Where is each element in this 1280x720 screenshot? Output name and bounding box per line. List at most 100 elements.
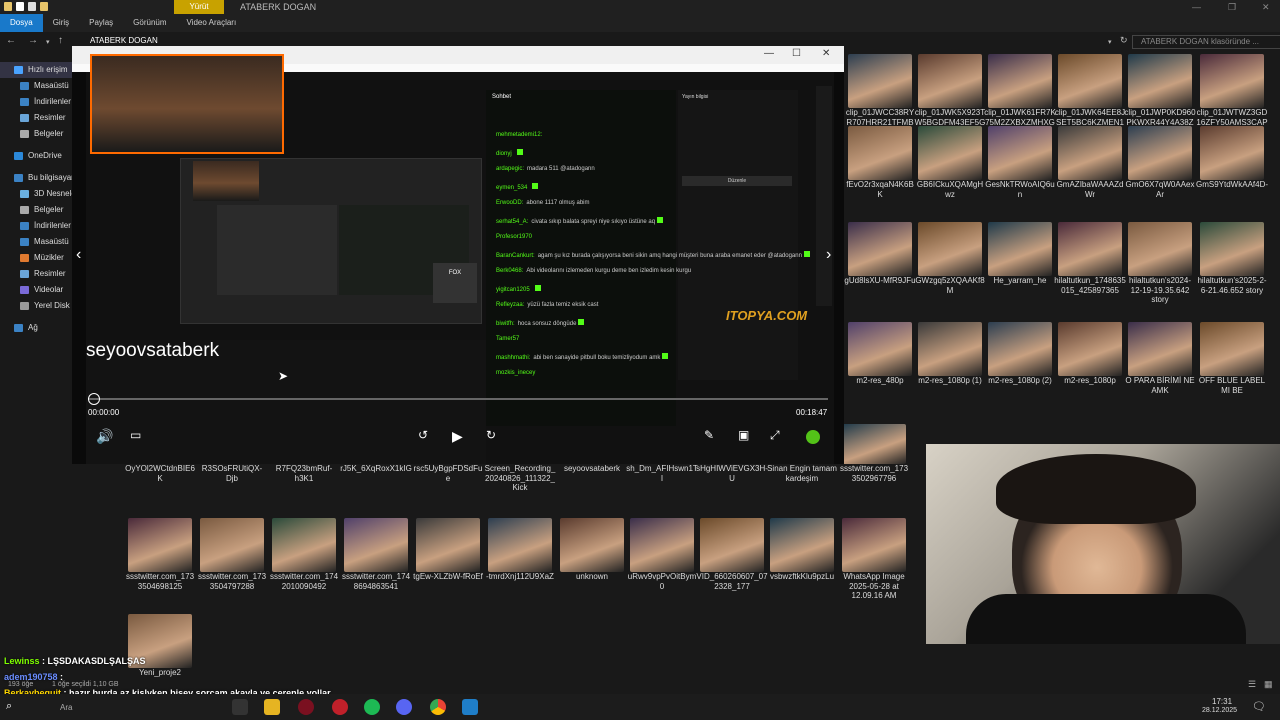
file-item[interactable]: m2-res_1080p (1): [914, 322, 986, 386]
details-view-icon[interactable]: ☰: [1248, 679, 1256, 690]
clock-time[interactable]: 17:31: [1212, 697, 1232, 706]
file-item[interactable]: hilaltutkun's2024-12-19-19.35.642 story: [1124, 222, 1196, 305]
sidebar-item[interactable]: Ağ: [0, 320, 72, 336]
sidebar-item[interactable]: Masaüstü: [0, 78, 72, 94]
edit-pen-icon[interactable]: ✎: [704, 428, 714, 442]
file-item[interactable]: ssstwitter.com_1733504797288: [196, 518, 268, 591]
quick-access-toolbar[interactable]: [4, 2, 48, 11]
file-item[interactable]: GmO6X7qW0AAexAr: [1124, 126, 1196, 199]
seek-thumb[interactable]: [88, 393, 100, 405]
tab-file[interactable]: Dosya: [0, 14, 43, 32]
file-item[interactable]: hilaltutkun's2025-2-6-21.46.652 story: [1196, 222, 1268, 295]
file-item[interactable]: ssstwitter.com_1733502967796: [838, 424, 910, 483]
sidebar-item[interactable]: Resimler: [0, 266, 72, 282]
file-item[interactable]: ssstwitter.com_1748694863541: [340, 518, 412, 591]
forward-arrow-icon[interactable]: →: [28, 35, 38, 46]
media-player-icon[interactable]: [462, 699, 478, 715]
more-options-icon[interactable]: [806, 430, 820, 444]
up-arrow-icon[interactable]: ↑: [58, 35, 63, 46]
maximize-icon[interactable]: ❐: [1228, 0, 1236, 14]
discord-icon[interactable]: [396, 699, 412, 715]
file-item[interactable]: ssstwitter.com_1742010090492: [268, 518, 340, 591]
notification-icon[interactable]: 🗨: [1252, 700, 1266, 713]
breadcrumb[interactable]: ATABERK DOGAN: [90, 36, 158, 45]
refresh-icon[interactable]: ↻: [1120, 35, 1128, 46]
file-explorer-icon[interactable]: [264, 699, 280, 715]
new-folder-icon[interactable]: [28, 2, 36, 11]
volume-icon[interactable]: 🔊: [96, 428, 113, 445]
file-item[interactable]: clip_01JWTWZ3GD16ZFY50AMS3CAPKN: [1196, 54, 1268, 137]
close-icon[interactable]: ✕: [822, 48, 830, 59]
maximize-icon[interactable]: ☐: [792, 48, 801, 59]
file-item[interactable]: unknown: [556, 518, 628, 582]
sidebar-item[interactable]: Belgeler: [0, 126, 72, 142]
previous-icon[interactable]: ‹: [76, 246, 81, 264]
back-arrow-icon[interactable]: ←: [6, 35, 16, 46]
search-input[interactable]: ATABERK DOGAN klasöründe ...: [1132, 35, 1280, 49]
minimize-icon[interactable]: —: [764, 48, 774, 59]
search-icon[interactable]: ⌕: [6, 700, 12, 713]
sidebar-item[interactable]: OneDrive: [0, 148, 72, 164]
large-icons-view-icon[interactable]: ▦: [1264, 679, 1273, 690]
right-tool-strip[interactable]: [816, 86, 832, 306]
file-item[interactable]: -tmrdXnj112U9XaZ: [484, 518, 556, 582]
file-item[interactable]: WhatsApp Image 2025-05-28 at 12.09.16 AM: [838, 518, 910, 601]
file-item[interactable]: vsbwzftkKlu9pzLu: [766, 518, 838, 582]
sidebar-item[interactable]: Yerel Disk: [0, 298, 72, 314]
file-item[interactable]: VID_660260607_072328_177: [696, 518, 768, 591]
captions-icon[interactable]: ▭: [130, 428, 141, 442]
app-icon[interactable]: [332, 699, 348, 715]
rewind-10-icon[interactable]: ↺: [418, 428, 428, 442]
miniplayer-icon[interactable]: ▣: [738, 428, 749, 442]
file-item[interactable]: GB6ICkuXQAMgHwz: [914, 126, 986, 199]
file-item[interactable]: He_yarram_he: [984, 222, 1056, 286]
task-view-icon[interactable]: [232, 699, 248, 715]
forward-30-icon[interactable]: ↻: [486, 428, 496, 442]
file-item[interactable]: hilaltutkun_1748635015_425897365: [1054, 222, 1126, 295]
file-item[interactable]: GesNkTRWoAIQ6un: [984, 126, 1056, 199]
chrome-icon[interactable]: [430, 699, 446, 715]
sidebar-item[interactable]: Hızlı erişim: [0, 62, 72, 78]
taskbar-search[interactable]: Ara: [60, 703, 72, 712]
sidebar-item[interactable]: İndirilenler: [0, 218, 72, 234]
file-item[interactable]: clip_01JWK61FR7K75M2ZXBXZMHXGSC: [984, 54, 1056, 137]
sidebar-item[interactable]: Masaüstü: [0, 234, 72, 250]
clock-date[interactable]: 28.12.2025: [1202, 707, 1237, 714]
file-item[interactable]: clip_01JWCC38RYR707HRR21TFMBRHV: [844, 54, 916, 137]
sidebar-item[interactable]: Videolar: [0, 282, 72, 298]
file-item[interactable]: GWzgq5zXQAAKf8M: [914, 222, 986, 295]
file-item[interactable]: gUd8lsXU-MfR9JFu: [844, 222, 916, 286]
tab-video-tools[interactable]: Video Araçları: [177, 14, 247, 32]
sidebar-item[interactable]: Bu bilgisayar: [0, 170, 72, 186]
sidebar-item[interactable]: İndirilenler: [0, 94, 72, 110]
chevron-down-icon[interactable]: ▾: [1108, 38, 1112, 46]
sidebar-item[interactable]: 3D Nesneler: [0, 186, 72, 202]
file-item[interactable]: m2-res_1080p (2): [984, 322, 1056, 386]
folder-icon[interactable]: [40, 2, 48, 11]
file-item[interactable]: ssstwitter.com_1733504698125: [124, 518, 196, 591]
sidebar-item[interactable]: Belgeler: [0, 202, 72, 218]
tab-view[interactable]: Görünüm: [123, 14, 176, 32]
edit-button[interactable]: Düzenle: [682, 176, 792, 186]
spotify-icon[interactable]: [364, 699, 380, 715]
chevron-down-icon[interactable]: ▾: [46, 38, 50, 46]
properties-icon[interactable]: [16, 2, 24, 11]
app-icon[interactable]: [298, 699, 314, 715]
file-item[interactable]: uRwv9vpPvOitBym0: [626, 518, 698, 591]
file-item[interactable]: GmS9YtdWkAAf4D-: [1196, 126, 1268, 190]
seek-bar[interactable]: [88, 398, 828, 400]
file-item[interactable]: tgEw-XLZbW-fRoEf: [412, 518, 484, 582]
minimize-icon[interactable]: —: [1192, 0, 1201, 14]
file-item[interactable]: fEvO2r3xqaN4K6BK: [844, 126, 916, 199]
file-item[interactable]: GmAZIbaWAAAZdWr: [1054, 126, 1126, 199]
file-item[interactable]: Yeni_proje2: [124, 614, 196, 678]
sidebar-item[interactable]: Müzikler: [0, 250, 72, 266]
fullscreen-icon[interactable]: ⤢: [770, 428, 780, 443]
tab-share[interactable]: Paylaş: [79, 14, 123, 32]
tab-home[interactable]: Giriş: [43, 14, 79, 32]
play-icon[interactable]: ▶: [452, 428, 463, 445]
folder-icon[interactable]: [4, 2, 12, 11]
file-item[interactable]: m2-res_480p: [844, 322, 916, 386]
file-item[interactable]: m2-res_1080p: [1054, 322, 1126, 386]
close-icon[interactable]: ✕: [1262, 0, 1270, 14]
